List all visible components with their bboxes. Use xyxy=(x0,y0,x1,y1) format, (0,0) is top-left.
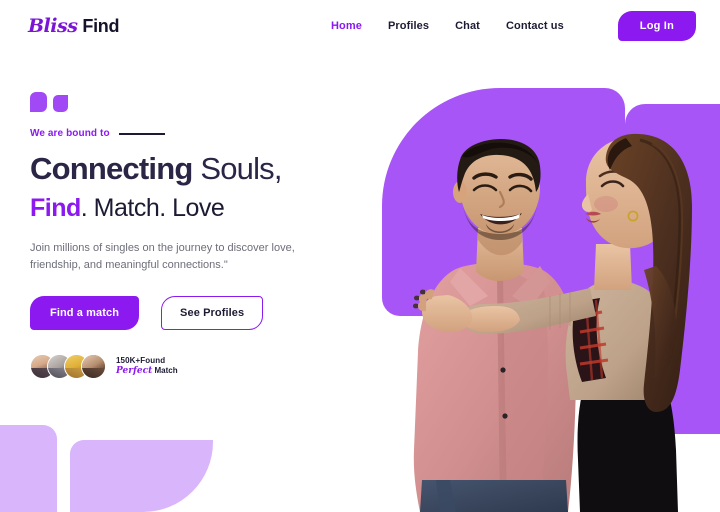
hero-headline-line2: Find. Match. Love xyxy=(30,193,370,223)
hero-headline-light: Souls, xyxy=(200,151,282,186)
see-profiles-button[interactable]: See Profiles xyxy=(161,296,264,331)
brand-logo-bold: Find xyxy=(82,16,120,36)
avatar xyxy=(81,354,106,380)
social-proof-subtitle: Perfect Match xyxy=(116,366,178,377)
site-header: Bliss Find Home Profiles Chat Contact us… xyxy=(0,0,720,52)
social-proof-rest-word: Match xyxy=(154,366,178,376)
hero-headline-strong: Connecting xyxy=(30,151,193,186)
hero-headline-rest: . Match. Love xyxy=(80,193,225,222)
social-proof: 150K+Found Perfect Match xyxy=(30,354,370,380)
hero-headline-line1: Connecting Souls, xyxy=(30,151,370,186)
nav-item-contact-us[interactable]: Contact us xyxy=(506,20,564,32)
hero-eyebrow: We are bound to xyxy=(30,128,110,139)
decor-blob-bottom-left-small xyxy=(0,425,57,512)
hero-cta-row: Find a match See Profiles xyxy=(30,296,370,331)
hero-content: We are bound to Connecting Souls, Find. … xyxy=(30,92,370,380)
avatar-group[interactable] xyxy=(30,354,106,380)
main-navigation: Home Profiles Chat Contact us Log In xyxy=(331,11,696,41)
nav-item-chat[interactable]: Chat xyxy=(455,20,480,32)
hero-couple-image xyxy=(400,120,700,512)
decor-bubble-right-icon xyxy=(53,95,68,112)
hero-eyebrow-rule xyxy=(118,132,165,135)
social-proof-text: 150K+Found Perfect Match xyxy=(116,356,178,377)
hero-eyebrow-row: We are bound to xyxy=(30,128,370,139)
hero-headline-accent: Find xyxy=(30,193,81,222)
landing-page: Bliss Find Home Profiles Chat Contact us… xyxy=(0,0,720,512)
social-proof-count: 150K+Found xyxy=(116,356,166,366)
find-a-match-button[interactable]: Find a match xyxy=(30,296,140,331)
brand-logo-script: Bliss xyxy=(28,15,78,37)
brand-logo[interactable]: Bliss Find xyxy=(28,15,119,37)
nav-item-home[interactable]: Home xyxy=(331,20,362,32)
decor-chat-bubbles xyxy=(30,92,370,112)
hero-subtext: Join millions of singles on the journey … xyxy=(30,242,295,272)
nav-item-profiles[interactable]: Profiles xyxy=(388,20,429,32)
decor-bubble-left-icon xyxy=(30,92,47,112)
decor-blob-bottom-left-large xyxy=(70,440,213,512)
login-button[interactable]: Log In xyxy=(617,11,696,41)
social-proof-script-word: Perfect xyxy=(116,366,153,377)
